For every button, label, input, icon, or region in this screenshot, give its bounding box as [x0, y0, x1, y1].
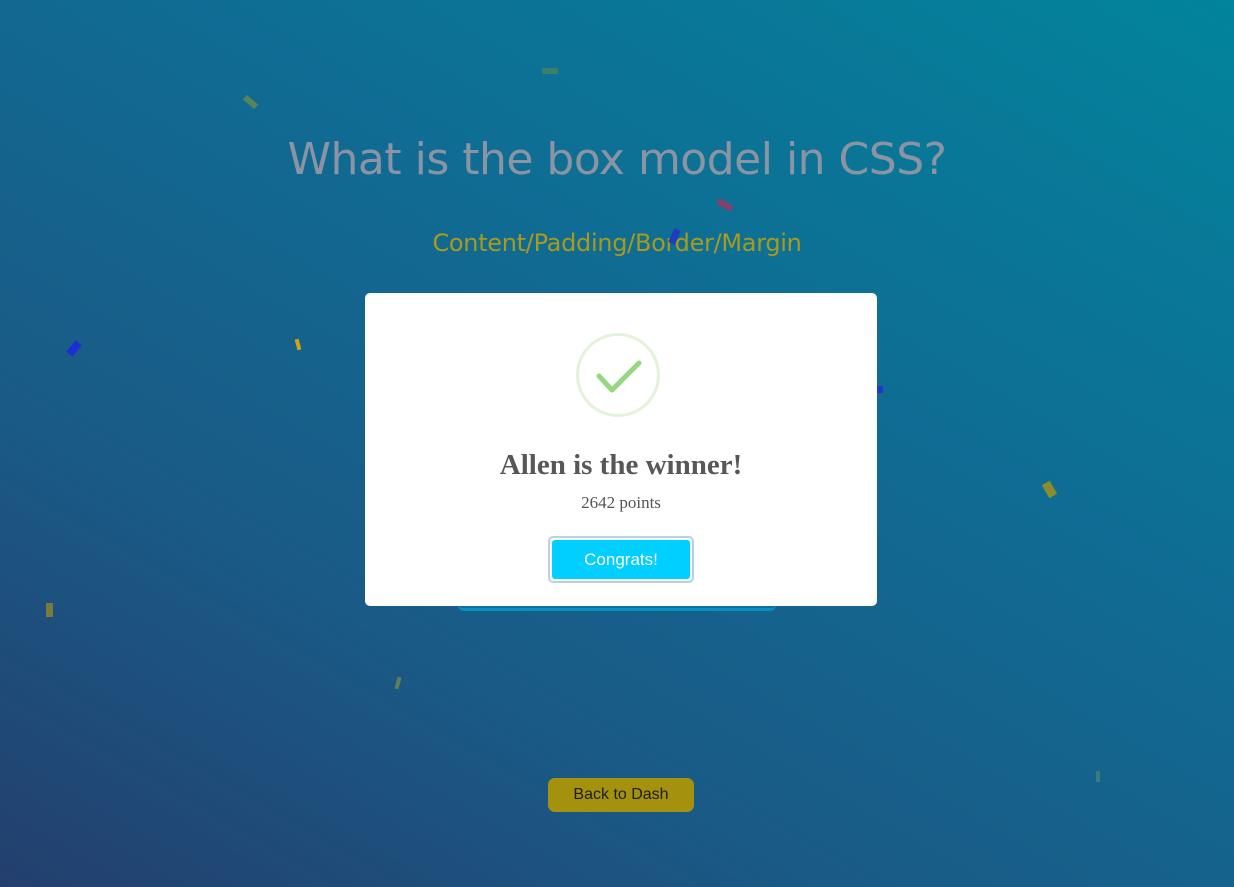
- back-to-dash-button[interactable]: Back to Dash: [548, 778, 694, 812]
- confetti-piece: [46, 603, 53, 617]
- confetti-piece: [1096, 771, 1100, 782]
- confetti-piece: [876, 386, 883, 393]
- confetti-piece: [716, 198, 734, 212]
- winner-title: Allen is the winner!: [499, 449, 743, 481]
- winner-modal: Allen is the winner! 2642 points Congrat…: [365, 293, 877, 606]
- answer-text: Content/Padding/Border/Margin: [432, 229, 802, 257]
- confetti-piece: [66, 340, 82, 357]
- confetti-piece: [394, 676, 402, 690]
- confetti-piece: [542, 68, 558, 74]
- confetti-piece: [294, 338, 302, 351]
- congrats-button-label: Congrats!: [552, 540, 690, 579]
- winner-points: 2642 points: [581, 493, 661, 512]
- congrats-button[interactable]: Congrats!: [548, 536, 694, 583]
- check-icon: [576, 333, 660, 417]
- question-title: What is the box model in CSS?: [287, 134, 947, 185]
- confetti-piece: [242, 94, 259, 110]
- confetti-piece: [1041, 480, 1058, 499]
